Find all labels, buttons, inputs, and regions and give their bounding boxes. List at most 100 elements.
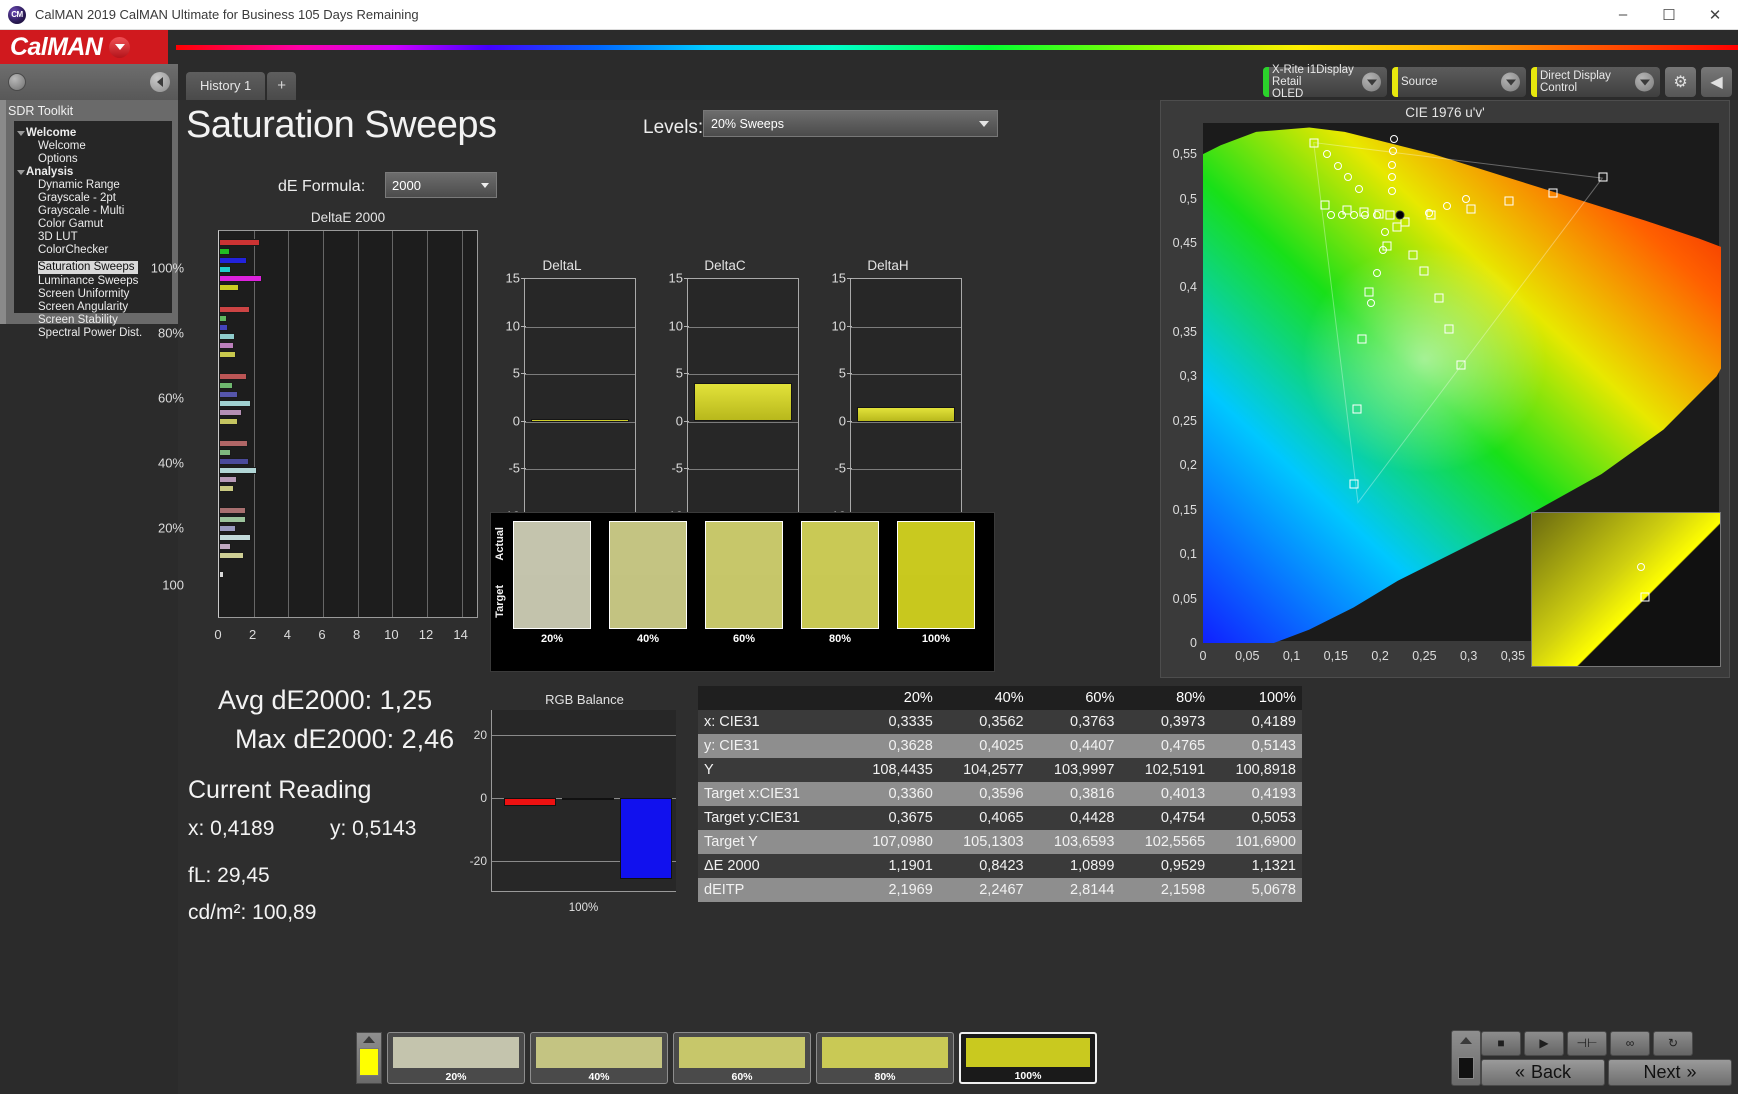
- swatch-column: 60%: [705, 521, 783, 645]
- chevron-down-icon: [979, 120, 989, 127]
- sidebar-item-spectral-power-dist[interactable]: Spectral Power Dist.: [14, 327, 172, 340]
- gridline: [288, 231, 290, 617]
- table-cell: 108,4435: [872, 762, 933, 778]
- sidebar-item-welcome[interactable]: Welcome: [14, 140, 172, 153]
- axis-tick-label: 0: [480, 790, 487, 805]
- current-x-value: x: 0,4189: [188, 817, 275, 840]
- gridline: [253, 231, 255, 617]
- patch-button[interactable]: 20%: [387, 1032, 525, 1084]
- axis-tick-label: -5: [834, 460, 846, 476]
- sidebar-item-grayscale-multi[interactable]: Grayscale - Multi: [14, 205, 172, 218]
- maximize-button[interactable]: ☐: [1646, 0, 1692, 29]
- gear-icon[interactable]: ⚙: [1665, 67, 1696, 97]
- patch-button[interactable]: 40%: [530, 1032, 668, 1084]
- add-tab-button[interactable]: +: [267, 72, 297, 100]
- table-row: [219, 257, 248, 264]
- axis-tick: [684, 373, 689, 374]
- table-row: [219, 351, 236, 358]
- current-fl-value: fL: 29,45: [188, 864, 270, 887]
- chevron-down-icon[interactable]: [1362, 72, 1381, 92]
- cie-measurement-marker: [1444, 324, 1454, 334]
- cie-target-marker: [1349, 211, 1358, 220]
- source-select[interactable]: Source: [1392, 67, 1526, 97]
- levels-select[interactable]: 20% Sweeps: [703, 110, 998, 137]
- current-reading-heading: Current Reading: [188, 776, 372, 804]
- row-label: Y: [704, 762, 714, 778]
- deltae2000-plot: [218, 230, 478, 618]
- table-cell: 0,5143: [1251, 738, 1296, 754]
- patch-button-group: 20% 40% 60% 80% 100%: [382, 1032, 1097, 1084]
- sidebar-item-options[interactable]: Options: [14, 153, 172, 166]
- sidebar-stripe: [0, 100, 6, 324]
- table-cell: 0,3596: [979, 786, 1024, 802]
- table-row: [219, 440, 248, 447]
- display-control-select[interactable]: Direct Display Control: [1531, 67, 1660, 97]
- meter-select-line2: OLED: [1272, 88, 1304, 100]
- patch-button[interactable]: 80%: [816, 1032, 954, 1084]
- patch-swatch: [966, 1038, 1090, 1067]
- swatch-target: [513, 575, 591, 629]
- sidebar-item-color-gamut[interactable]: Color Gamut: [14, 218, 172, 231]
- sidebar-item-luminance-sweeps[interactable]: Luminance Sweeps: [14, 275, 172, 288]
- cie-target-marker: [1389, 147, 1398, 156]
- meter-status-button[interactable]: [1451, 1030, 1481, 1086]
- patch-scroll-up-button[interactable]: [356, 1032, 382, 1084]
- sidebar-group-analysis[interactable]: Analysis: [14, 166, 172, 179]
- swatch-column: 80%: [801, 521, 879, 645]
- close-button[interactable]: ✕: [1692, 0, 1738, 29]
- sidebar-knob-icon[interactable]: [8, 73, 26, 91]
- chevron-down-icon[interactable]: [1635, 72, 1654, 92]
- play-icon[interactable]: ▶: [1524, 1030, 1564, 1056]
- row-label: ΔE 2000: [704, 858, 760, 874]
- continuous-icon[interactable]: ∞: [1610, 1030, 1650, 1056]
- gridline: [851, 374, 961, 375]
- chevron-down-icon[interactable]: [109, 36, 131, 58]
- sidebar-group-welcome[interactable]: Welcome: [14, 127, 172, 140]
- cie-target-marker: [1333, 161, 1342, 170]
- meter-select[interactable]: X-Rite i1Display Retail OLED: [1263, 64, 1387, 100]
- cie-target-marker: [1388, 160, 1397, 169]
- gridline: [688, 326, 798, 328]
- table-row: [219, 400, 252, 407]
- tab-history-1[interactable]: History 1: [186, 72, 266, 100]
- window-title: CalMAN 2019 CalMAN Ultimate for Business…: [35, 7, 419, 22]
- refresh-icon[interactable]: ↻: [1653, 1030, 1693, 1056]
- sidebar-item-saturation-sweeps[interactable]: Saturation Sweeps: [38, 261, 138, 274]
- cie-measurement-marker: [1466, 204, 1476, 214]
- sidebar-collapse-icon[interactable]: [150, 72, 170, 92]
- sidebar-item-screen-uniformity[interactable]: Screen Uniformity: [14, 288, 172, 301]
- swatch-target: [897, 575, 975, 629]
- patch-swatch: [679, 1037, 805, 1068]
- sidebar-item-colorchecker[interactable]: ColorChecker: [14, 244, 172, 257]
- panel-collapse-icon[interactable]: ◀: [1701, 67, 1732, 97]
- sidebar-item-screen-stability[interactable]: Screen Stability: [14, 314, 172, 327]
- gridline: [525, 374, 635, 375]
- axis-tick-label: 0,5: [1179, 191, 1197, 206]
- swatch-caption: 80%: [828, 633, 852, 645]
- cie-current-point: [1395, 210, 1405, 220]
- table-cell: 2,1969: [888, 882, 933, 898]
- column-header: [698, 686, 848, 710]
- measure-icon[interactable]: ⊣⊢: [1567, 1030, 1607, 1056]
- table-cell: 0,4428: [1070, 810, 1115, 826]
- sidebar-item-screen-angularity[interactable]: Screen Angularity: [14, 301, 172, 314]
- sidebar-item-3d-lut[interactable]: 3D LUT: [14, 231, 172, 244]
- next-button[interactable]: Next »: [1608, 1058, 1732, 1086]
- patch-button[interactable]: 60%: [673, 1032, 811, 1084]
- de-formula-select[interactable]: 2000: [385, 172, 497, 198]
- axis-tick: [684, 468, 689, 469]
- chevron-down-icon[interactable]: [1501, 72, 1520, 92]
- axis-tick-label: 6: [318, 627, 326, 642]
- axis-tick: [684, 325, 689, 327]
- stop-icon[interactable]: ■: [1481, 1030, 1521, 1056]
- back-button[interactable]: « Back: [1481, 1058, 1605, 1086]
- minimize-button[interactable]: –: [1600, 0, 1646, 29]
- sidebar-item-grayscale-2pt[interactable]: Grayscale - 2pt: [14, 192, 172, 205]
- calman-logo[interactable]: CalMAN: [0, 30, 168, 64]
- patch-swatch: [822, 1037, 948, 1068]
- sidebar-item-dynamic-range[interactable]: Dynamic Range: [14, 179, 172, 192]
- patch-button[interactable]: 100%: [959, 1032, 1097, 1084]
- axis-tick-label: 0,2: [1179, 458, 1197, 473]
- axis-tick-label: 15: [831, 270, 846, 286]
- cie-target-marker: [1338, 211, 1347, 220]
